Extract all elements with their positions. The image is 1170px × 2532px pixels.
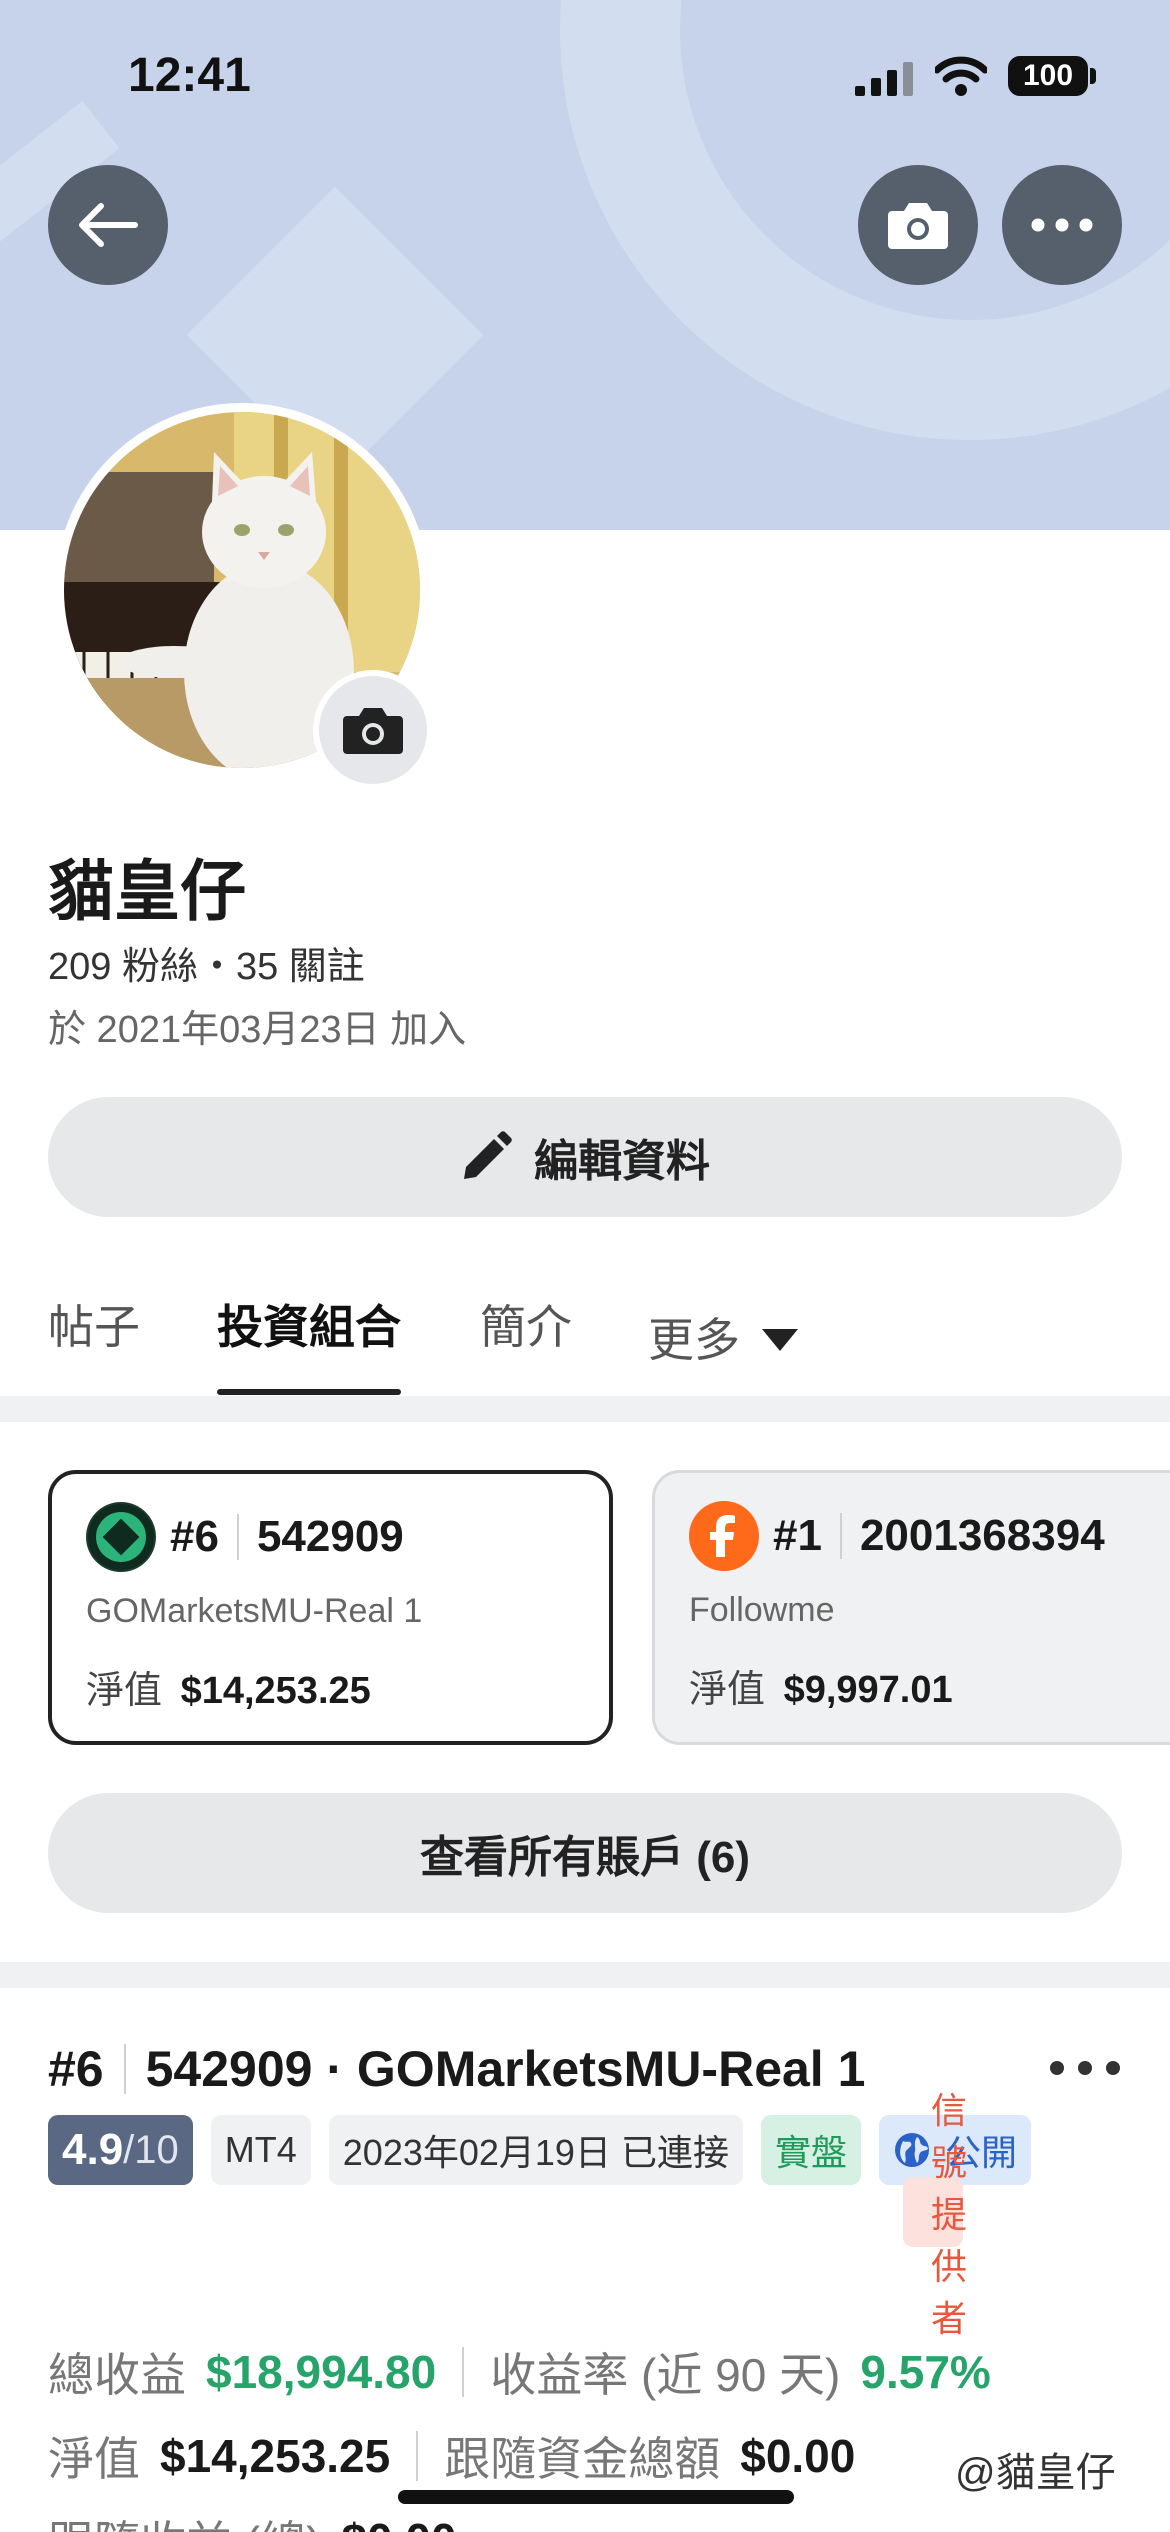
- separator: [123, 2044, 126, 2094]
- account-broker: Followme: [689, 1591, 835, 1629]
- nav-value: $14,253.25: [160, 2430, 391, 2482]
- follow-funds-value: $0.00: [740, 2430, 856, 2482]
- signal-provider-tag: 信號提供者: [903, 2090, 967, 2339]
- camera-icon: [343, 708, 403, 754]
- battery-icon: 100: [1008, 56, 1088, 96]
- status-time: 12:41: [128, 49, 251, 102]
- globe-icon: [894, 2133, 929, 2167]
- account-nav-label: 淨值: [689, 1669, 766, 1711]
- dot: [1050, 2061, 1064, 2075]
- follow-profit-value: $0.00: [341, 2513, 456, 2532]
- separator: [839, 1513, 842, 1559]
- account-nav: 淨值 $9,997.01: [689, 1658, 1170, 1713]
- account-nav-value: $9,997.01: [783, 1669, 953, 1711]
- account-nav-value: $14,253.25: [180, 1670, 371, 1712]
- account-nav: 淨值 $14,253.25: [86, 1659, 575, 1714]
- account-number: 542909: [256, 1512, 404, 1561]
- camera-icon: [888, 203, 948, 249]
- home-indicator[interactable]: [398, 2490, 794, 2504]
- total-profit-value: $18,994.80: [206, 2346, 437, 2398]
- separator: [416, 2431, 419, 2481]
- caret-down-icon: [762, 1329, 798, 1351]
- change-cover-button[interactable]: [858, 165, 978, 285]
- battery-tip: [1090, 68, 1096, 84]
- account-card[interactable]: #6 542909 GOMarketsMU-Real 1 淨值 $14,253.…: [48, 1470, 613, 1745]
- watermark: @貓皇仔: [955, 2451, 1116, 2495]
- arrow-left-icon: [79, 203, 138, 247]
- account-rank: #1: [773, 1511, 822, 1560]
- more-dots-icon: [1031, 218, 1093, 232]
- return-value: 9.57%: [860, 2346, 991, 2398]
- platform-tag: MT4: [210, 2115, 311, 2185]
- account-card[interactable]: #1 2001368394 Followme 淨值 $9,997.01: [652, 1470, 1170, 1745]
- account-number: 2001368394: [859, 1511, 1105, 1560]
- back-button[interactable]: [48, 165, 168, 285]
- connected-date-tag: 2023年02月19日 已連接: [328, 2115, 743, 2185]
- detail-title-text: 542909 · GOMarketsMU-Real 1: [145, 2041, 866, 2097]
- detail-more-button[interactable]: [1050, 2050, 1120, 2086]
- follow-stats[interactable]: 209 粉絲・35 關註: [48, 935, 365, 990]
- edit-profile-button[interactable]: 編輯資料: [48, 1097, 1122, 1217]
- real-account-tag: 實盤: [760, 2115, 861, 2185]
- follow-funds-label: 跟隨資金總額: [444, 2433, 721, 2485]
- profile-tabs: 帖子 投資組合 簡介 更多: [0, 1285, 1170, 1395]
- join-date: 於 2021年03月23日 加入: [48, 1009, 467, 1051]
- separator: [236, 1514, 239, 1560]
- tab-more-label: 更多: [648, 1314, 740, 1366]
- more-options-button[interactable]: [1002, 165, 1122, 285]
- metric-row: 淨值 $14,253.25 跟隨資金總額 $0.00: [48, 2414, 991, 2498]
- metric-row: 總收益 $18,994.80 收益率 (近 90 天) 9.57%: [48, 2330, 991, 2414]
- status-bar: 12:41 100: [0, 0, 1170, 150]
- detail-rank: #6: [48, 2041, 104, 2097]
- separator: [462, 2347, 465, 2397]
- total-profit-label: 總收益: [48, 2349, 186, 2401]
- section-divider: [0, 1396, 1170, 1422]
- tab-posts[interactable]: 帖子: [48, 1285, 140, 1395]
- return-label: 收益率 (近 90 天): [490, 2349, 841, 2401]
- cellular-signal-icon: [855, 62, 913, 96]
- view-all-accounts-button[interactable]: 查看所有賬戶 (6): [48, 1793, 1122, 1913]
- tab-portfolio[interactable]: 投資組合: [217, 1285, 401, 1395]
- score-badge[interactable]: 4.9/10: [48, 2115, 193, 2185]
- nav-label: 淨值: [48, 2433, 140, 2485]
- profile-name: 貓皇仔: [48, 854, 246, 928]
- tab-intro[interactable]: 簡介: [480, 1285, 572, 1395]
- account-broker: GOMarketsMU-Real 1: [86, 1592, 423, 1630]
- score-value: 4.9: [62, 2125, 124, 2174]
- pencil-icon: [464, 1131, 512, 1179]
- account-tags: 4.9/10 MT4 2023年02月19日 已連接 實盤 公開 信號提供者: [48, 2090, 1148, 2339]
- score-max: /10: [123, 2127, 179, 2172]
- account-nav-label: 淨值: [86, 1670, 163, 1712]
- section-divider: [0, 1962, 1170, 1988]
- followme-logo-icon: [689, 1501, 759, 1571]
- tab-more[interactable]: 更多: [648, 1285, 800, 1395]
- dot: [1078, 2061, 1092, 2075]
- change-avatar-button[interactable]: [313, 670, 433, 790]
- gomarkets-logo-icon: [86, 1502, 156, 1572]
- wifi-icon: [935, 56, 987, 96]
- dot: [1106, 2061, 1120, 2075]
- signal-provider-label: 信號提供者: [931, 2090, 968, 2339]
- follow-profit-label: 跟隨收益 (總): [48, 2507, 321, 2532]
- account-rank: #6: [170, 1512, 219, 1561]
- edit-profile-label: 編輯資料: [534, 1137, 710, 1186]
- account-detail-title: #6 542909 · GOMarketsMU-Real 1: [48, 2040, 865, 2098]
